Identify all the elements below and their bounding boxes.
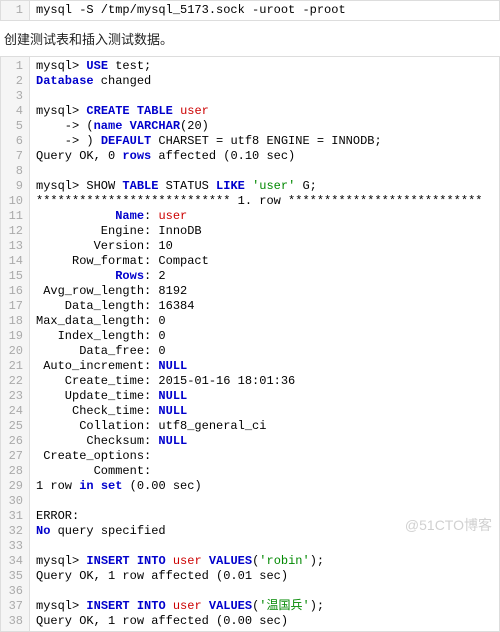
line-number: 1 (5, 59, 23, 74)
line-gutter: 1 (1, 1, 30, 20)
line-number: 4 (5, 104, 23, 119)
line-number: 28 (5, 464, 23, 479)
code-line (36, 494, 493, 509)
code-line: Check_time: NULL (36, 404, 493, 419)
description-text: 创建测试表和插入测试数据。 (0, 21, 500, 56)
line-gutter: 1234567891011121314151617181920212223242… (1, 57, 30, 631)
line-number: 3 (5, 89, 23, 104)
line-number: 26 (5, 434, 23, 449)
code-line (36, 539, 493, 554)
code-line: mysql> INSERT INTO user VALUES('温国兵'); (36, 599, 493, 614)
line-number: 7 (5, 149, 23, 164)
code-line: 1 row in set (0.00 sec) (36, 479, 493, 494)
line-number: 13 (5, 239, 23, 254)
code-line: ERROR: (36, 509, 493, 524)
line-number: 29 (5, 479, 23, 494)
line-number: 12 (5, 224, 23, 239)
code-content: mysql -S /tmp/mysql_5173.sock -uroot -pr… (30, 1, 499, 20)
code-line (36, 89, 493, 104)
line-number: 20 (5, 344, 23, 359)
line-number: 15 (5, 269, 23, 284)
line-number: 1 (5, 3, 23, 18)
code-line: Auto_increment: NULL (36, 359, 493, 374)
code-line: Query OK, 1 row affected (0.01 sec) (36, 569, 493, 584)
line-number: 34 (5, 554, 23, 569)
code-line: Avg_row_length: 8192 (36, 284, 493, 299)
code-line: Row_format: Compact (36, 254, 493, 269)
line-number: 16 (5, 284, 23, 299)
code-block-1: 1 mysql -S /tmp/mysql_5173.sock -uroot -… (0, 0, 500, 21)
code-line: Comment: (36, 464, 493, 479)
line-number: 25 (5, 419, 23, 434)
line-number: 21 (5, 359, 23, 374)
line-number: 27 (5, 449, 23, 464)
line-number: 30 (5, 494, 23, 509)
code-line: Database changed (36, 74, 493, 89)
line-number: 18 (5, 314, 23, 329)
code-line: Query OK, 0 rows affected (0.10 sec) (36, 149, 493, 164)
line-number: 11 (5, 209, 23, 224)
code-line: Query OK, 1 row affected (0.00 sec) (36, 614, 493, 629)
code-line: Create_time: 2015-01-16 18:01:36 (36, 374, 493, 389)
line-number: 31 (5, 509, 23, 524)
line-number: 24 (5, 404, 23, 419)
line-number: 19 (5, 329, 23, 344)
line-number: 22 (5, 374, 23, 389)
code-line: Data_free: 0 (36, 344, 493, 359)
code-content: mysql> USE test;Database changed mysql> … (30, 57, 499, 631)
line-number: 8 (5, 164, 23, 179)
code-line (36, 164, 493, 179)
line-number: 35 (5, 569, 23, 584)
line-number: 2 (5, 74, 23, 89)
code-line: -> ) DEFAULT CHARSET = utf8 ENGINE = INN… (36, 134, 493, 149)
line-number: 17 (5, 299, 23, 314)
code-line: Checksum: NULL (36, 434, 493, 449)
code-line: -> (name VARCHAR(20) (36, 119, 493, 134)
code-line (36, 584, 493, 599)
line-number: 38 (5, 614, 23, 629)
code-line: Max_data_length: 0 (36, 314, 493, 329)
line-number: 10 (5, 194, 23, 209)
code-line: mysql> CREATE TABLE user (36, 104, 493, 119)
line-number: 37 (5, 599, 23, 614)
code-line: mysql> SHOW TABLE STATUS LIKE 'user' G; (36, 179, 493, 194)
code-line: mysql -S /tmp/mysql_5173.sock -uroot -pr… (36, 3, 493, 18)
line-number: 5 (5, 119, 23, 134)
code-line: mysql> INSERT INTO user VALUES('robin'); (36, 554, 493, 569)
code-line: Rows: 2 (36, 269, 493, 284)
code-line: mysql> USE test; (36, 59, 493, 74)
code-line: Index_length: 0 (36, 329, 493, 344)
code-line: *************************** 1. row *****… (36, 194, 493, 209)
code-line: Version: 10 (36, 239, 493, 254)
line-number: 6 (5, 134, 23, 149)
code-line: Collation: utf8_general_ci (36, 419, 493, 434)
code-line: Engine: InnoDB (36, 224, 493, 239)
code-block-2: 1234567891011121314151617181920212223242… (0, 56, 500, 632)
code-line: Data_length: 16384 (36, 299, 493, 314)
code-line: Update_time: NULL (36, 389, 493, 404)
line-number: 36 (5, 584, 23, 599)
code-line: Name: user (36, 209, 493, 224)
line-number: 14 (5, 254, 23, 269)
line-number: 9 (5, 179, 23, 194)
line-number: 33 (5, 539, 23, 554)
line-number: 23 (5, 389, 23, 404)
code-line: Create_options: (36, 449, 493, 464)
